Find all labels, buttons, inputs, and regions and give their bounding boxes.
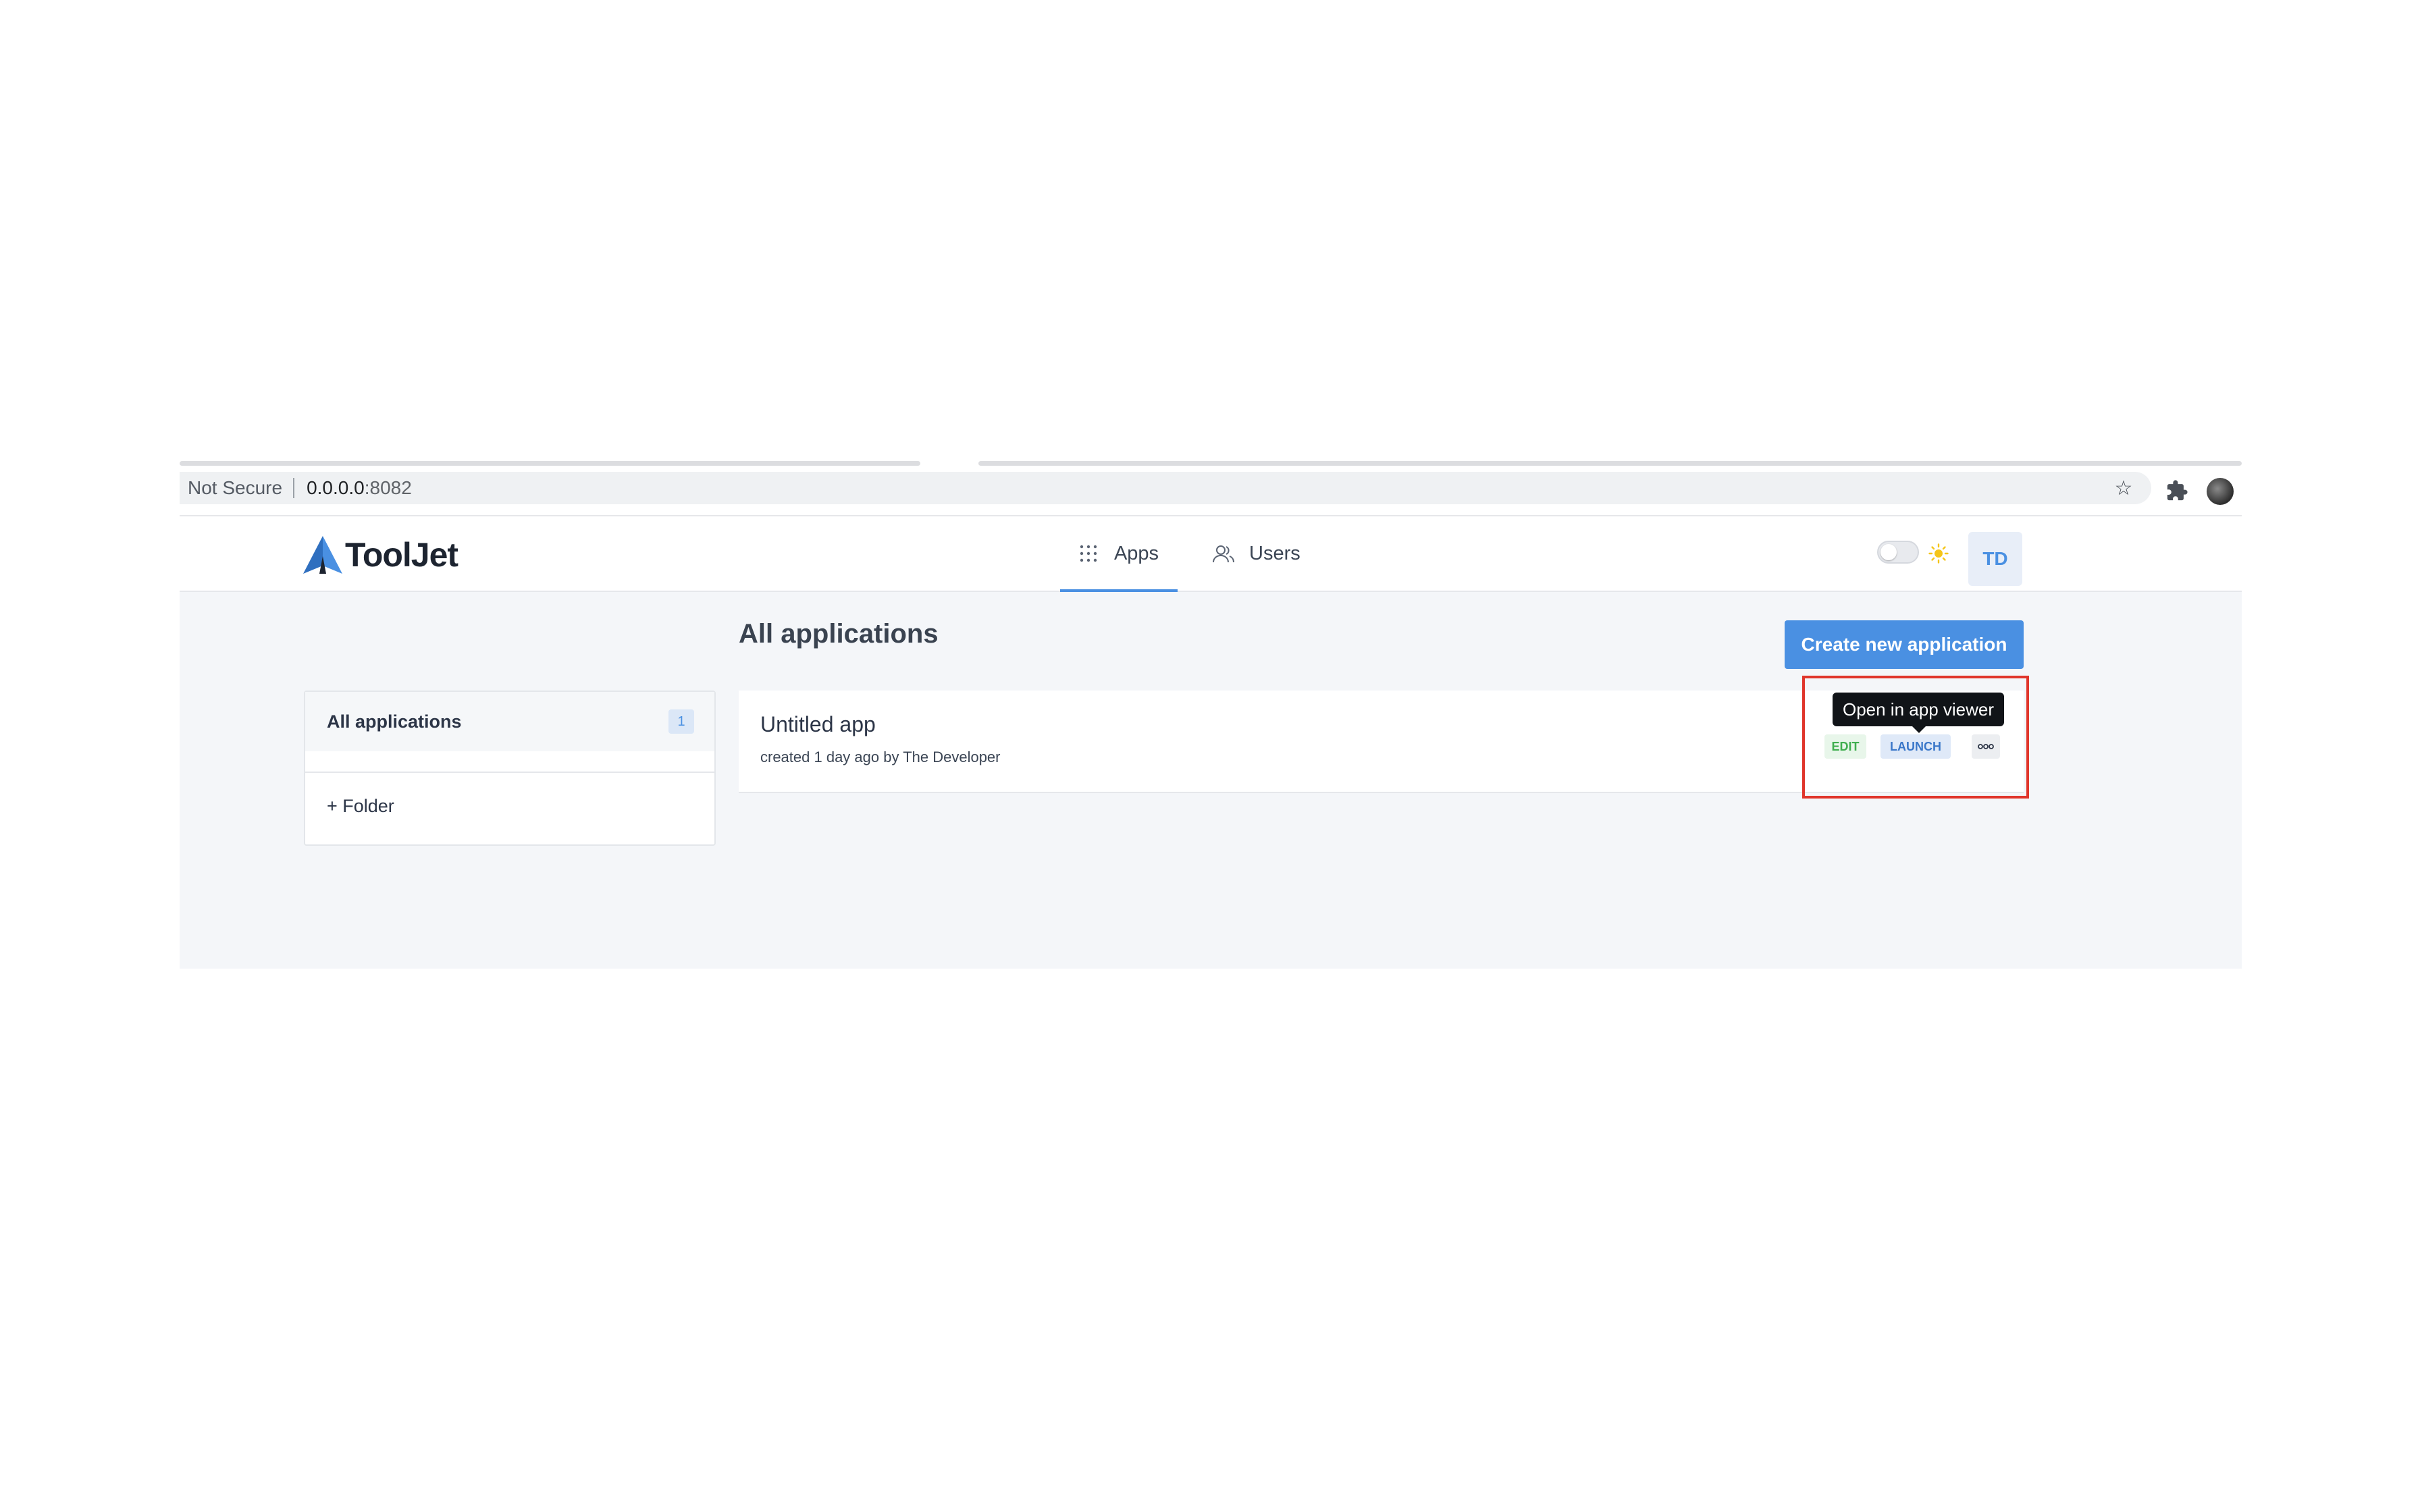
- app-header: ToolJet Apps Users TD: [180, 516, 2242, 592]
- theme-toggle[interactable]: [1877, 541, 1919, 564]
- edit-app-button[interactable]: EDIT: [1824, 734, 1866, 759]
- more-options-button[interactable]: [1972, 734, 2000, 759]
- create-new-application-button[interactable]: Create new application: [1785, 620, 2024, 669]
- folder-item-all-applications[interactable]: All applications 1: [305, 692, 714, 751]
- tooljet-logo[interactable]: ToolJet: [303, 535, 458, 574]
- url-host: 0.0.0.0: [307, 477, 365, 498]
- security-indicator[interactable]: Not Secure: [188, 477, 282, 499]
- app-created-meta: created 1 day ago by The Developer: [760, 749, 1001, 765]
- more-dots-icon: [1978, 744, 1994, 749]
- folder-list: All applications 1 + Folder: [304, 691, 716, 846]
- toggle-knob: [1880, 544, 1897, 560]
- grid-icon: [1080, 545, 1097, 562]
- brand-name: ToolJet: [345, 536, 458, 574]
- browser-profile-avatar[interactable]: [2207, 478, 2234, 505]
- bookmark-star-icon[interactable]: ☆: [2113, 479, 2134, 499]
- folder-count-badge: 1: [668, 709, 694, 734]
- folder-label: All applications: [327, 711, 462, 732]
- sun-icon: [1928, 543, 1949, 564]
- nav-tab-label: Apps: [1113, 542, 1159, 564]
- add-folder-button[interactable]: + Folder: [327, 796, 394, 817]
- users-icon: [1213, 545, 1234, 563]
- nav-tab-users[interactable]: Users: [1211, 516, 1300, 591]
- nav-tab-label: Users: [1249, 542, 1300, 564]
- address-separator: [293, 478, 295, 498]
- nav-tab-apps[interactable]: Apps: [1060, 516, 1178, 592]
- url-port: :8082: [364, 477, 412, 498]
- tab-strip: [180, 461, 920, 466]
- app-name[interactable]: Untitled app: [760, 712, 876, 737]
- address-bar[interactable]: Not Secure 0.0.0.0 :8082 ☆: [180, 472, 2151, 504]
- page-title: All applications: [739, 619, 939, 649]
- tooltip: Open in app viewer: [1833, 693, 2004, 733]
- launch-app-button[interactable]: LAUNCH: [1880, 734, 1951, 759]
- tooljet-logo-mark-icon: [303, 536, 342, 574]
- extensions-puzzle-icon[interactable]: [2165, 479, 2188, 502]
- tab-strip: [978, 461, 2242, 466]
- divider: [305, 772, 714, 773]
- user-avatar[interactable]: TD: [1968, 532, 2022, 586]
